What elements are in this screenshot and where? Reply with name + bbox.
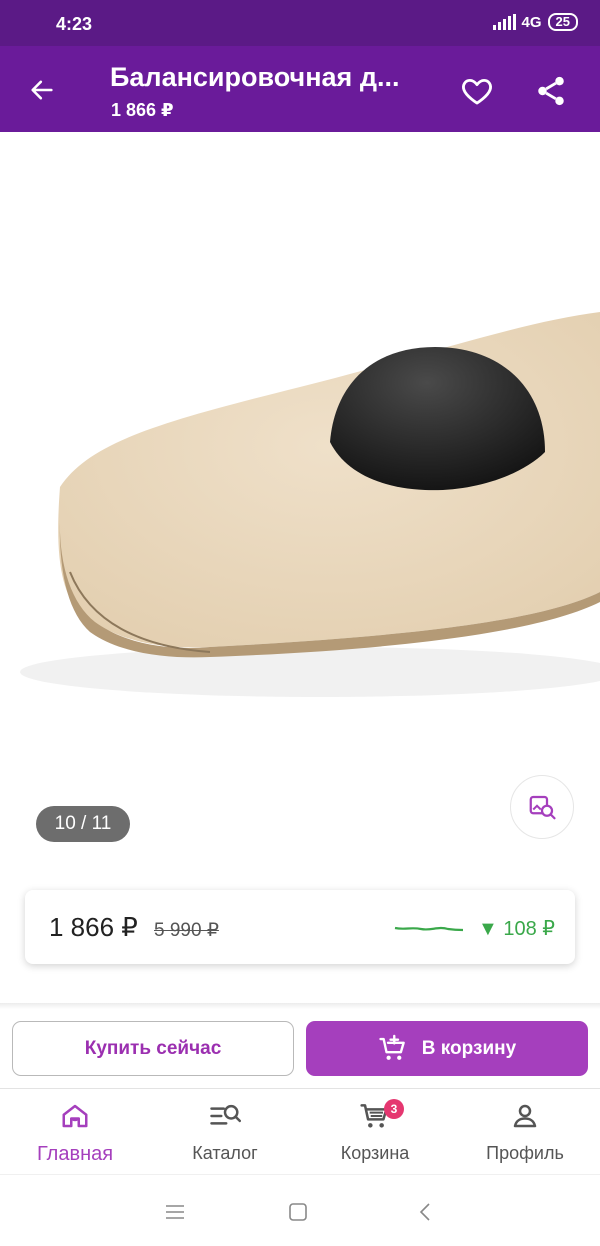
arrow-left-icon: [31, 80, 53, 100]
system-home-button[interactable]: [283, 1199, 313, 1225]
price-drop-badge: ▼ 108 ₽: [477, 918, 555, 940]
add-to-cart-label: В корзину: [421, 1037, 517, 1059]
current-price: 1 866 ₽: [49, 912, 138, 942]
catalog-search-icon: [210, 1104, 241, 1125]
share-icon: [538, 76, 564, 106]
nav-item-cart[interactable]: 3 Корзина: [300, 1099, 450, 1169]
battery-indicator: 25: [547, 13, 578, 31]
add-to-cart-button[interactable]: В корзину: [306, 1021, 588, 1076]
bottom-navigation: Главная Каталог 3 Корзина Профиль: [0, 1088, 600, 1174]
system-menu-button[interactable]: [160, 1199, 190, 1225]
nav-label-cart: Корзина: [340, 1143, 410, 1163]
page-subtitle-price: 1 866 ₽: [111, 100, 174, 120]
product-image[interactable]: [0, 132, 600, 867]
price-trend-sparkline: [394, 926, 464, 932]
status-bar: 4:23 4G 25: [0, 0, 600, 46]
chevron-left-icon: [419, 1203, 430, 1221]
nav-label-catalog: Каталог: [192, 1143, 258, 1163]
nav-label-home: Главная: [36, 1143, 114, 1165]
menu-icon: [166, 1205, 184, 1219]
page-title: Балансировочная д...: [110, 62, 400, 92]
divider: [0, 1003, 600, 1009]
system-navigation-bar: [0, 1174, 600, 1246]
heart-icon: [462, 78, 492, 105]
back-button[interactable]: [22, 70, 62, 110]
old-price: 5 990 ₽: [154, 920, 219, 941]
price-card: 1 866 ₽ 5 990 ₽ ▼ 108 ₽: [25, 890, 575, 964]
image-counter: 10 / 11: [36, 806, 130, 842]
nav-label-profile: Профиль: [486, 1143, 564, 1163]
signal-icon: [492, 14, 516, 30]
buy-now-button[interactable]: Купить сейчас: [12, 1021, 294, 1076]
cart-count-badge: 3: [384, 1099, 404, 1119]
profile-icon: [513, 1104, 537, 1128]
network-type: 4G: [521, 13, 542, 31]
square-icon: [289, 1203, 307, 1221]
cart-add-icon: [379, 1034, 405, 1060]
status-indicators: 4G 25: [492, 13, 578, 31]
balance-board-illustration: [20, 312, 600, 697]
app-bar: Балансировочная д... 1 866 ₽: [0, 46, 600, 132]
nav-item-home[interactable]: Главная: [0, 1099, 150, 1169]
image-search-button[interactable]: [510, 775, 574, 839]
status-time: 4:23: [56, 14, 93, 34]
favorite-button[interactable]: [456, 70, 498, 112]
nav-item-profile[interactable]: Профиль: [450, 1099, 600, 1169]
home-icon: [62, 1104, 88, 1128]
image-search-icon: [529, 795, 556, 820]
share-button[interactable]: [530, 70, 572, 112]
system-back-button[interactable]: [410, 1199, 440, 1225]
nav-item-catalog[interactable]: Каталог: [150, 1099, 300, 1169]
